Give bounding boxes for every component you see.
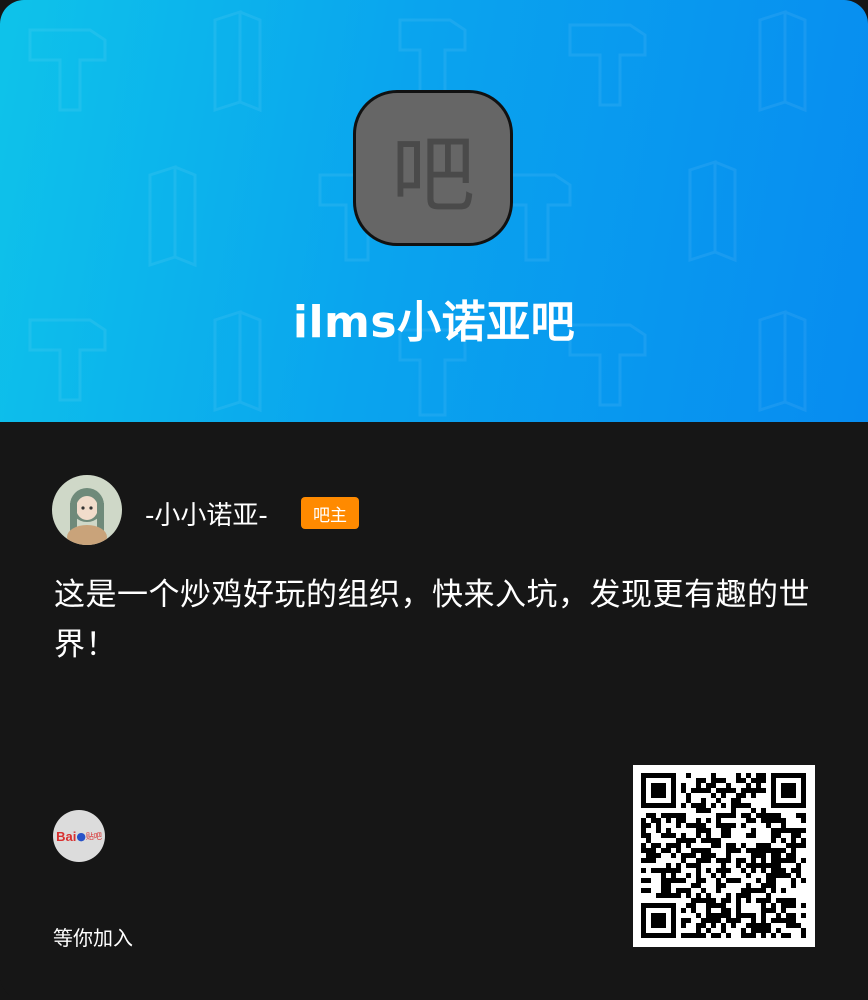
bar-description: 这是一个炒鸡好玩的组织，快来入坑，发现更有趣的世界！ xyxy=(54,577,810,663)
logo-text-2: 贴吧 xyxy=(85,831,102,841)
bar-name: ilms小诺亚吧 xyxy=(292,297,576,348)
anime-girl-avatar-icon xyxy=(52,475,122,545)
join-text: 等你加入 xyxy=(53,926,133,950)
owner-avatar[interactable] xyxy=(52,475,122,545)
qr-code-icon xyxy=(641,773,806,938)
header-banner: 吧 ilms小诺亚吧 xyxy=(0,0,868,422)
baidu-paw-icon: ● xyxy=(76,829,86,843)
bar-icon-char: 吧 xyxy=(390,125,475,224)
bar-icon: 吧 xyxy=(353,90,513,246)
logo-text: Bai xyxy=(56,828,77,844)
owner-badge: 吧主 xyxy=(301,497,359,529)
qr-code xyxy=(633,765,815,947)
share-card: 吧 ilms小诺亚吧 -小小诺亚- 吧主 这是一个炒鸡好玩的组织，快来入坑，发现… xyxy=(0,0,868,1000)
owner-username[interactable]: -小小诺亚- xyxy=(145,495,268,532)
baidu-tieba-logo: Bai ● 贴吧 xyxy=(53,810,105,862)
